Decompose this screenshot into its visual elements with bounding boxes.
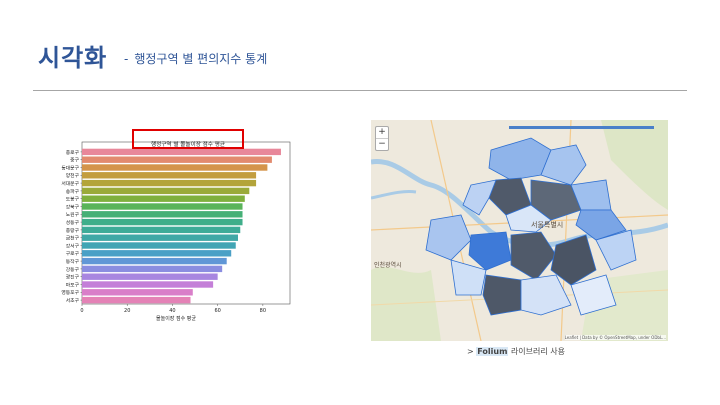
bar-송파구 [82, 187, 250, 195]
zoom-control[interactable]: + − [375, 126, 389, 151]
x-tick-label: 80 [260, 308, 266, 314]
map-label-incheon: 인천광역시 [374, 261, 402, 269]
y-tick-label: 중구 [70, 158, 79, 164]
bar-강북구 [82, 203, 243, 210]
bar-성동구 [82, 218, 243, 226]
bar-서초구 [82, 296, 191, 304]
y-tick-label: 구로구 [66, 251, 80, 257]
y-tick-label: 동작구 [66, 258, 80, 265]
subtitle-text: 행정구역 별 편의지수 통계 [134, 52, 268, 66]
chart-title-highlight-box [132, 129, 244, 149]
map-label-seoul: 서울특별시 [531, 220, 563, 229]
bar-서대문구 [82, 179, 257, 187]
bar-종랑구 [82, 226, 241, 234]
zoom-in-button[interactable]: + [376, 127, 388, 138]
y-tick-label: 마포구 [66, 281, 80, 288]
divider [33, 90, 687, 91]
choropleth-map[interactable]: 서울특별시 인천광역시 + − Leaflet | Data by © Open… [371, 120, 668, 341]
caption-highlight: Folium [476, 347, 509, 356]
y-tick-label: 광진구 [66, 274, 80, 281]
x-axis-label: 몰놀이장 점수 평균 [156, 315, 196, 322]
zoom-out-button[interactable]: − [376, 138, 388, 150]
bar-chart-svg: 행정구역 별 몰놀이장 점수 평균종로구중구동대문구양천구서대문구송파구도봉구강… [61, 140, 291, 322]
bar-종로구 [82, 148, 281, 156]
bar-동작구 [82, 257, 227, 265]
y-tick-label: 도봉구 [66, 197, 80, 203]
y-tick-label: 강북구 [66, 203, 80, 210]
map-caption: > Folium 라이브러리 사용 [467, 346, 565, 357]
map-scale-bar [509, 126, 654, 129]
y-tick-label: 동대문구 [61, 164, 79, 171]
bar-강서구 [82, 242, 236, 249]
bar-금천구 [82, 234, 238, 241]
y-tick-label: 강동구 [66, 266, 80, 273]
x-tick-label: 40 [169, 308, 175, 314]
map-canvas[interactable]: 서울특별시 인천광역시 [371, 120, 668, 341]
bar-chart: 행정구역 별 몰놀이장 점수 평균 종로구 중구 동대문구 양천구 서대문구 송파구 도봉구 강… [40, 120, 300, 335]
bar-광진구 [82, 273, 218, 280]
y-tick-label: 서초구 [66, 297, 80, 304]
y-tick-label: 종로구 [66, 150, 80, 156]
y-tick-label: 성동구 [66, 219, 80, 226]
bar-중구 [82, 156, 272, 163]
bar-양천구 [82, 172, 257, 179]
caption-text: 라이브러리 사용 [508, 347, 566, 356]
x-tick-label: 20 [124, 308, 130, 314]
bar-구로구 [82, 250, 232, 257]
y-tick-label: 서대문구 [61, 180, 79, 187]
y-tick-label: 강서구 [66, 242, 80, 249]
y-tick-label: 양천구 [66, 172, 80, 179]
bar-강동구 [82, 265, 223, 273]
y-tick-label: 송파구 [66, 188, 80, 195]
page-title: 시각화 [38, 44, 108, 72]
page-subtitle: - 행정구역 별 편의지수 통계 [124, 50, 267, 67]
bar-마포구 [82, 281, 214, 288]
x-tick-label: 60 [214, 308, 220, 314]
map-attribution[interactable]: Leaflet | Data by © OpenStreetMap, under… [564, 335, 666, 340]
subtitle-dash: - [124, 52, 129, 66]
caption-prefix: > [467, 347, 477, 356]
bar-노원구 [82, 211, 243, 218]
bar-도봉구 [82, 195, 245, 202]
y-tick-label: 종랑구 [66, 227, 80, 234]
x-tick-label: 0 [80, 308, 83, 314]
y-tick-label: 노원구 [66, 211, 80, 218]
y-tick-label: 영등포구 [61, 289, 79, 296]
y-tick-label: 금천구 [66, 235, 80, 242]
bar-영등포구 [82, 289, 193, 296]
bar-동대문구 [82, 164, 268, 171]
